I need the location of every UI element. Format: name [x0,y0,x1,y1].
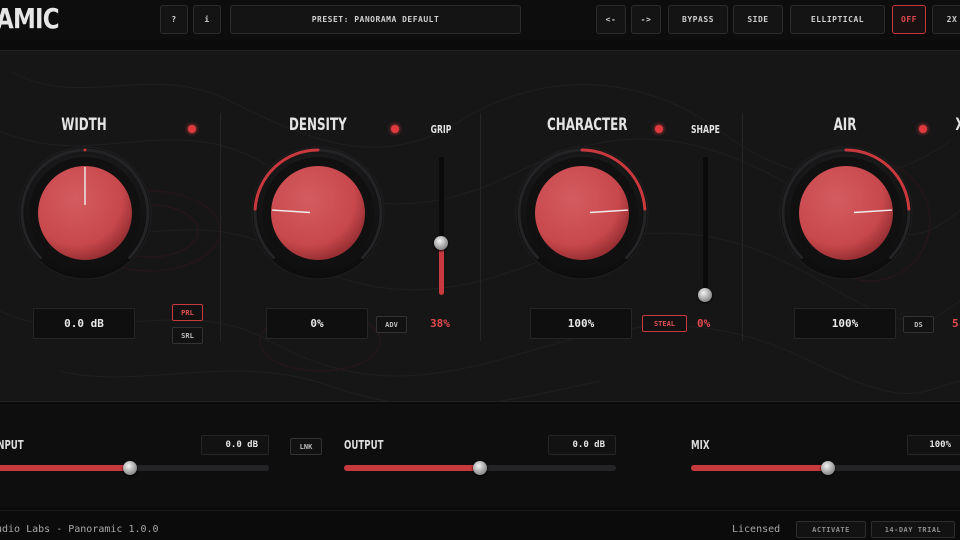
prev-preset-button[interactable]: <- [596,5,626,34]
air-label: AIR [833,115,857,135]
mix-slider-fill [691,465,828,471]
bypass-button[interactable]: BYPASS [668,5,728,34]
character-label: CHARACTER [547,115,628,135]
width-prl-button[interactable]: PRL [172,304,203,321]
extra-module-label: X [953,115,960,135]
width-srl-button[interactable]: SRL [172,327,203,344]
main-panel: WIDTH 0.0 dB PRL SRL DENSITY 0% ADV GRIP… [0,50,960,402]
input-label: INPUT [0,438,24,452]
app-logo: AMIC [0,2,60,35]
output-label: OUTPUT [344,438,384,452]
width-value[interactable]: 0.0 dB [33,308,135,339]
divider [220,113,221,341]
density-adv-button[interactable]: ADV [376,316,407,333]
shape-slider-thumb[interactable] [698,288,712,302]
trial-button[interactable]: 14-DAY TRIAL [871,521,955,538]
output-value[interactable]: 0.0 dB [548,435,616,455]
density-enable-led[interactable] [389,123,401,135]
shape-slider-track[interactable] [703,157,708,295]
oversample-button[interactable]: 2X [932,5,960,34]
air-value[interactable]: 100% [794,308,896,339]
air-ds-button[interactable]: DS [903,316,934,333]
density-value[interactable]: 0% [266,308,368,339]
next-preset-button[interactable]: -> [631,5,661,34]
input-value[interactable]: 0.0 dB [201,435,269,455]
output-slider-fill [344,465,480,471]
air-enable-led[interactable] [917,123,929,135]
input-slider-fill [0,465,130,471]
divider [480,113,481,341]
shape-value: 0% [697,317,711,330]
help-button[interactable]: ? [160,5,188,34]
character-enable-led[interactable] [653,123,665,135]
grip-slider-fill [439,242,444,295]
version-text: udio Labs - Panoramic 1.0.0 [0,524,159,535]
width-knob[interactable] [15,143,155,283]
output-slider-thumb[interactable] [473,461,487,475]
grip-slider-thumb[interactable] [434,235,448,250]
mode-selector[interactable]: ELLIPTICAL [790,5,885,34]
character-steal-button[interactable]: STEAL [642,315,687,332]
preset-selector[interactable]: PRESET: PANORAMA DEFAULT [230,5,521,34]
side-button[interactable]: SIDE [733,5,783,34]
extra-module-value: 5 [952,317,959,330]
header: AMIC ? i PRESET: PANORAMA DEFAULT <- -> … [0,0,960,40]
mix-slider-thumb[interactable] [820,461,835,475]
info-button[interactable]: i [193,5,221,34]
divider [742,113,743,341]
activate-button[interactable]: ACTIVATE [796,521,866,538]
grip-label: GRIP [430,123,452,136]
io-section: INPUT 0.0 dB LNK OUTPUT 0.0 dB MIX 100% [0,404,960,508]
input-slider-thumb[interactable] [122,461,137,475]
width-enable-led[interactable] [186,123,198,135]
air-knob[interactable] [776,143,916,283]
link-button[interactable]: LNK [290,438,322,455]
mix-value[interactable]: 100% [907,435,960,455]
grip-value: 38% [430,317,450,330]
character-value[interactable]: 100% [530,308,632,339]
footer: udio Labs - Panoramic 1.0.0 Licensed ACT… [0,510,960,540]
shape-label: SHAPE [691,123,720,136]
mix-label: MIX [691,438,710,452]
density-knob[interactable] [248,143,388,283]
density-label: DENSITY [289,115,347,135]
width-label: WIDTH [61,115,107,135]
off-toggle-button[interactable]: OFF [892,5,926,34]
character-knob[interactable] [512,143,652,283]
license-status: Licensed [732,524,781,535]
